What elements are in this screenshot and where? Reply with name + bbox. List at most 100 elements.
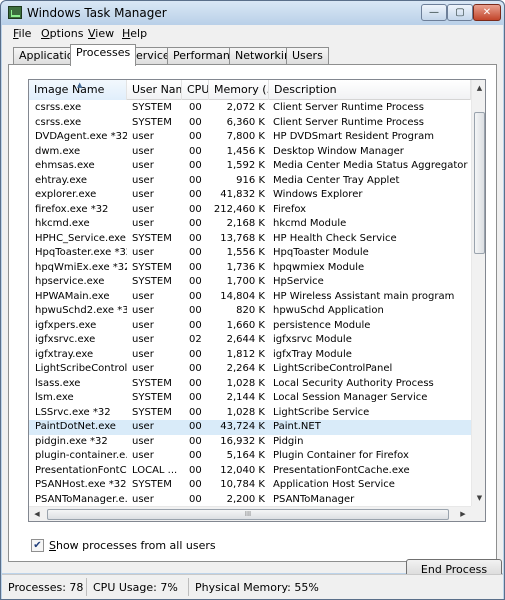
process-row[interactable]: LightScribeControl... user 00 2,264 K LightS…	[29, 362, 471, 377]
process-user-name: user	[132, 319, 154, 331]
process-description: persistence Module	[273, 319, 371, 331]
process-cpu: 00	[189, 261, 202, 273]
process-row[interactable]: igfxsrvc.exe user 02 2,644 K igfxsrvc Module	[29, 333, 471, 348]
process-user-name: user	[132, 493, 154, 505]
process-row[interactable]: hkcmd.exe user 00 2,168 K hkcmd Module	[29, 217, 471, 232]
column-header-row: ▲ Image Name User Name CPU Memory (... D…	[29, 80, 471, 100]
column-cpu[interactable]: CPU	[182, 80, 209, 100]
process-image-name: PresentationFontC...	[35, 464, 127, 476]
process-image-name: PSANToManager.e...	[35, 493, 127, 505]
process-row[interactable]: LSSrvc.exe *32 SYSTEM 00 1,028 K LightScribe…	[29, 406, 471, 421]
process-row[interactable]: pidgin.exe *32 user 00 16,932 K Pidgin	[29, 435, 471, 450]
process-memory: 1,556 K	[226, 247, 265, 258]
process-description: PSANToManager	[273, 493, 355, 505]
process-description: igfxsrvc Module	[273, 334, 352, 345]
status-separator	[86, 578, 87, 596]
process-user-name: user	[132, 131, 154, 142]
process-row[interactable]: PaintDotNet.exe user 00 43,724 K Paint.NET	[29, 420, 471, 435]
status-physical-memory: Physical Memory: 55%	[195, 581, 319, 594]
process-row[interactable]: HPWAMain.exe user 00 14,804 K HP Wireless As…	[29, 290, 471, 305]
status-cpu-usage: CPU Usage: 7%	[93, 581, 178, 594]
column-memory[interactable]: Memory (...	[209, 80, 269, 100]
process-image-name: LightScribeControl...	[35, 363, 127, 374]
process-image-name: ehmsas.exe	[35, 160, 95, 171]
scroll-down-icon[interactable]: ▼	[472, 490, 485, 506]
column-user-name[interactable]: User Name	[127, 80, 182, 100]
process-memory: 2,264 K	[226, 363, 265, 374]
process-row[interactable]: hpqWmiEx.exe *32 SYSTEM 00 1,736 K hpqwmiex …	[29, 261, 471, 276]
process-row[interactable]: dwm.exe user 00 1,456 K Desktop Window Manag…	[29, 145, 471, 160]
process-row[interactable]: PSANToManager.e... user 00 2,200 K PSANToMan…	[29, 493, 471, 508]
process-user-name: SYSTEM	[132, 276, 172, 287]
column-description[interactable]: Description	[269, 80, 471, 100]
scroll-up-icon[interactable]: ▲	[472, 80, 485, 96]
process-row[interactable]: explorer.exe user 00 41,832 K Windows Explor…	[29, 188, 471, 203]
process-row[interactable]: hpservice.exe SYSTEM 00 1,700 K HpService	[29, 275, 471, 290]
menu-view[interactable]: View	[88, 27, 114, 40]
process-row[interactable]: igfxpers.exe user 00 1,660 K persistence Mod…	[29, 319, 471, 334]
scroll-corner	[471, 506, 485, 521]
process-row[interactable]: hpwuSchd2.exe *32 user 00 820 K hpwuSchd App…	[29, 304, 471, 319]
process-image-name: dwm.exe	[35, 145, 81, 157]
show-all-users-label[interactable]: Show processes from all users	[49, 539, 216, 552]
process-description: HP Health Check Service	[273, 232, 397, 244]
process-description: Paint.NET	[273, 421, 321, 432]
process-cpu: 00	[189, 131, 202, 142]
menu-options[interactable]: Options	[41, 27, 83, 40]
process-row[interactable]: HPHC_Service.exe SYSTEM 00 13,768 K HP Healt…	[29, 232, 471, 247]
maximize-button[interactable]: ▢	[447, 4, 473, 21]
process-row[interactable]: PSANHost.exe *32 SYSTEM 00 10,784 K Applicat…	[29, 478, 471, 493]
process-user-name: SYSTEM	[132, 406, 172, 418]
process-memory: 16,932 K	[220, 435, 265, 447]
status-bar: Processes: 78 CPU Usage: 7% Physical Mem…	[2, 574, 503, 599]
process-user-name: user	[132, 160, 154, 171]
process-user-name: user	[132, 145, 154, 157]
process-cpu: 00	[189, 464, 202, 476]
process-row[interactable]: firefox.exe *32 user 00 212,460 K Firefox	[29, 203, 471, 218]
tab-processes[interactable]: Processes	[70, 44, 137, 66]
process-cpu: 00	[189, 174, 202, 186]
process-user-name: user	[132, 348, 154, 360]
show-all-users-checkbox[interactable]: ✔	[31, 539, 44, 552]
process-row[interactable]: csrss.exe SYSTEM 00 6,360 K Client Server Ru…	[29, 116, 471, 131]
process-image-name: HPWAMain.exe	[35, 290, 110, 302]
horizontal-scrollbar[interactable]: ◀ III ▶	[29, 506, 471, 521]
process-description: LightScribeControlPanel	[273, 363, 393, 374]
vertical-scrollbar[interactable]: ▲ ▼	[471, 80, 485, 506]
process-cpu: 00	[189, 218, 202, 229]
process-row[interactable]: plugin-container.e... user 00 5,164 K Plugin…	[29, 449, 471, 464]
vertical-scroll-thumb[interactable]	[474, 112, 485, 254]
process-row[interactable]: lsm.exe SYSTEM 00 2,144 K Local Session Mana…	[29, 391, 471, 406]
title-bar[interactable]: Windows Task Manager — ▢ ✕	[1, 1, 504, 25]
process-row[interactable]: ehmsas.exe user 00 1,592 K Media Center Medi…	[29, 159, 471, 174]
process-row[interactable]: DVDAgent.exe *32 user 00 7,800 K HP DVDSmart…	[29, 130, 471, 145]
process-image-name: hpqWmiEx.exe *32	[35, 261, 127, 273]
task-manager-icon	[8, 6, 22, 19]
process-row[interactable]: igfxtray.exe user 00 1,812 K igfxTray Module	[29, 348, 471, 363]
process-row[interactable]: HpqToaster.exe *32 user 00 1,556 K HpqToaste…	[29, 246, 471, 261]
task-manager-window: Windows Task Manager — ▢ ✕ File Options …	[0, 0, 505, 600]
column-image-name[interactable]: ▲ Image Name	[29, 80, 127, 100]
process-row[interactable]: PresentationFontC... LOCAL ... 00 12,040 K P…	[29, 464, 471, 479]
process-list[interactable]: ▲ Image Name User Name CPU Memory (... D…	[28, 79, 486, 522]
process-cpu: 00	[189, 363, 202, 374]
menu-file[interactable]: File	[13, 27, 31, 40]
process-user-name: LOCAL ...	[132, 464, 178, 476]
scroll-right-icon[interactable]: ▶	[455, 507, 471, 521]
process-cpu: 00	[189, 319, 202, 331]
close-button[interactable]: ✕	[473, 4, 501, 21]
process-user-name: SYSTEM	[132, 102, 172, 113]
process-row[interactable]: csrss.exe SYSTEM 00 2,072 K Client Server Ru…	[29, 101, 471, 116]
menu-help[interactable]: Help	[122, 27, 147, 40]
process-rows: csrss.exe SYSTEM 00 2,072 K Client Server Ru…	[29, 101, 471, 521]
process-user-name: user	[132, 450, 154, 461]
tab-users[interactable]: Users	[286, 47, 329, 65]
process-description: Pidgin	[273, 435, 304, 447]
scroll-left-icon[interactable]: ◀	[29, 507, 45, 521]
minimize-button[interactable]: —	[421, 4, 447, 21]
process-description: Plugin Container for Firefox	[273, 450, 409, 461]
process-row[interactable]: lsass.exe SYSTEM 00 1,028 K Local Security A…	[29, 377, 471, 392]
process-row[interactable]: ehtray.exe user 00 916 K Media Center Tray A…	[29, 174, 471, 189]
horizontal-scroll-thumb[interactable]: III	[47, 509, 449, 520]
process-user-name: user	[132, 189, 154, 200]
